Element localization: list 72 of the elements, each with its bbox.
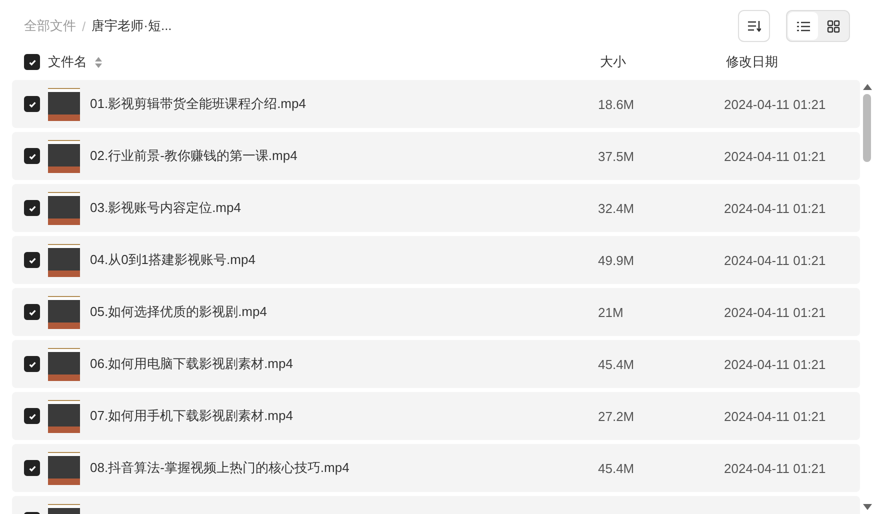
file-size: 45.4M [598, 460, 636, 476]
video-thumbnail [48, 192, 80, 224]
file-row[interactable]: 05.如何选择优质的影视剧.mp4 21M 2024-04-11 01:21 [12, 288, 860, 336]
sort-icon [747, 20, 761, 32]
row-checkbox[interactable] [24, 200, 40, 216]
modified-date: 2024-04-11 01:21 [724, 304, 827, 320]
list-view-button[interactable] [788, 12, 818, 40]
check-icon [28, 58, 36, 66]
file-size: 21M [598, 304, 624, 320]
file-row[interactable]: 07.如何用手机下载影视剧素材.mp4 27.2M 2024-04-11 01:21 [12, 392, 860, 440]
check-icon [28, 360, 36, 368]
file-size: 45.4M [598, 356, 636, 372]
video-thumbnail [48, 452, 80, 484]
row-checkbox[interactable] [24, 148, 40, 164]
file-row[interactable]: 06.如何用电脑下载影视剧素材.mp4 45.4M 2024-04-11 01:21 [12, 340, 860, 388]
file-name: 07.如何用手机下载影视剧素材.mp4 [90, 407, 294, 425]
row-checkbox[interactable] [24, 96, 40, 112]
check-icon [28, 308, 36, 316]
video-thumbnail [48, 88, 80, 120]
video-thumbnail [48, 244, 80, 276]
video-thumbnail [48, 348, 80, 380]
file-row[interactable]: 02.行业前景-教你赚钱的第一课.mp4 37.5M 2024-04-11 01:21 [12, 132, 860, 180]
scroll-down-icon[interactable] [862, 504, 872, 510]
sort-button[interactable] [738, 10, 770, 42]
file-row[interactable]: 04.从0到1搭建影视账号.mp4 49.9M 2024-04-11 01:21 [12, 236, 860, 284]
grid-icon [826, 20, 840, 32]
scroll-up-icon[interactable] [862, 84, 872, 90]
check-icon [28, 256, 36, 264]
check-icon [28, 100, 36, 108]
file-size: 27.2M [598, 408, 636, 424]
modified-date: 2024-04-11 01:21 [724, 460, 827, 476]
modified-date: 2024-04-11 01:21 [724, 200, 827, 216]
row-checkbox[interactable] [24, 356, 40, 372]
file-name: 03.影视账号内容定位.mp4 [90, 199, 242, 217]
column-header: 修改日期 [726, 54, 778, 69]
select-all-checkbox[interactable] [24, 54, 40, 70]
file-size: 18.6M [598, 96, 636, 112]
modified-date: 2024-04-11 01:21 [724, 408, 827, 424]
scrollbar-thumb[interactable] [863, 94, 871, 162]
file-name: 08.抖音算法-掌握视频上热门的核心技巧.mp4 [90, 459, 350, 477]
column-header[interactable]: 文件名 [48, 53, 87, 71]
file-row[interactable]: 03.影视账号内容定位.mp4 32.4M 2024-04-11 01:21 [12, 184, 860, 232]
file-name: 06.如何用电脑下载影视剧素材.mp4 [90, 355, 294, 373]
check-icon [28, 152, 36, 160]
video-thumbnail [48, 296, 80, 328]
list-icon [796, 20, 810, 32]
sort-icon[interactable] [95, 56, 102, 68]
check-icon [28, 412, 36, 420]
check-icon [28, 464, 36, 472]
file-size: 37.5M [598, 148, 636, 164]
video-thumbnail [48, 400, 80, 432]
breadcrumb-link[interactable]: 唐宇老师·短... [92, 17, 172, 35]
file-size: 49.9M [598, 252, 636, 268]
modified-date: 2024-04-11 01:21 [724, 96, 827, 112]
check-icon [28, 204, 36, 212]
modified-date: 2024-04-11 01:21 [724, 148, 827, 164]
file-row[interactable]: 01.影视剪辑带货全能班课程介绍.mp4 18.6M 2024-04-11 01:21 [12, 80, 860, 128]
file-row[interactable]: 08.抖音算法-掌握视频上热门的核心技巧.mp4 45.4M 2024-04-11 01:21 [12, 444, 860, 492]
row-checkbox[interactable] [24, 460, 40, 476]
column-header: 大小 [600, 54, 626, 69]
row-checkbox[interactable] [24, 304, 40, 320]
file-name: 02.行业前景-教你赚钱的第一课.mp4 [90, 147, 298, 165]
row-checkbox[interactable] [24, 252, 40, 268]
file-size: 32.4M [598, 200, 636, 216]
row-checkbox[interactable] [24, 408, 40, 424]
modified-date: 2024-04-11 01:21 [724, 252, 827, 268]
breadcrumb-separator: / [82, 18, 86, 34]
file-name: 04.从0到1搭建影视账号.mp4 [90, 251, 256, 269]
modified-date: 2024-04-11 01:21 [724, 356, 827, 372]
file-name: 01.影视剪辑带货全能班课程介绍.mp4 [90, 95, 307, 113]
file-name: 05.如何选择优质的影视剧.mp4 [90, 303, 268, 321]
video-thumbnail [48, 140, 80, 172]
